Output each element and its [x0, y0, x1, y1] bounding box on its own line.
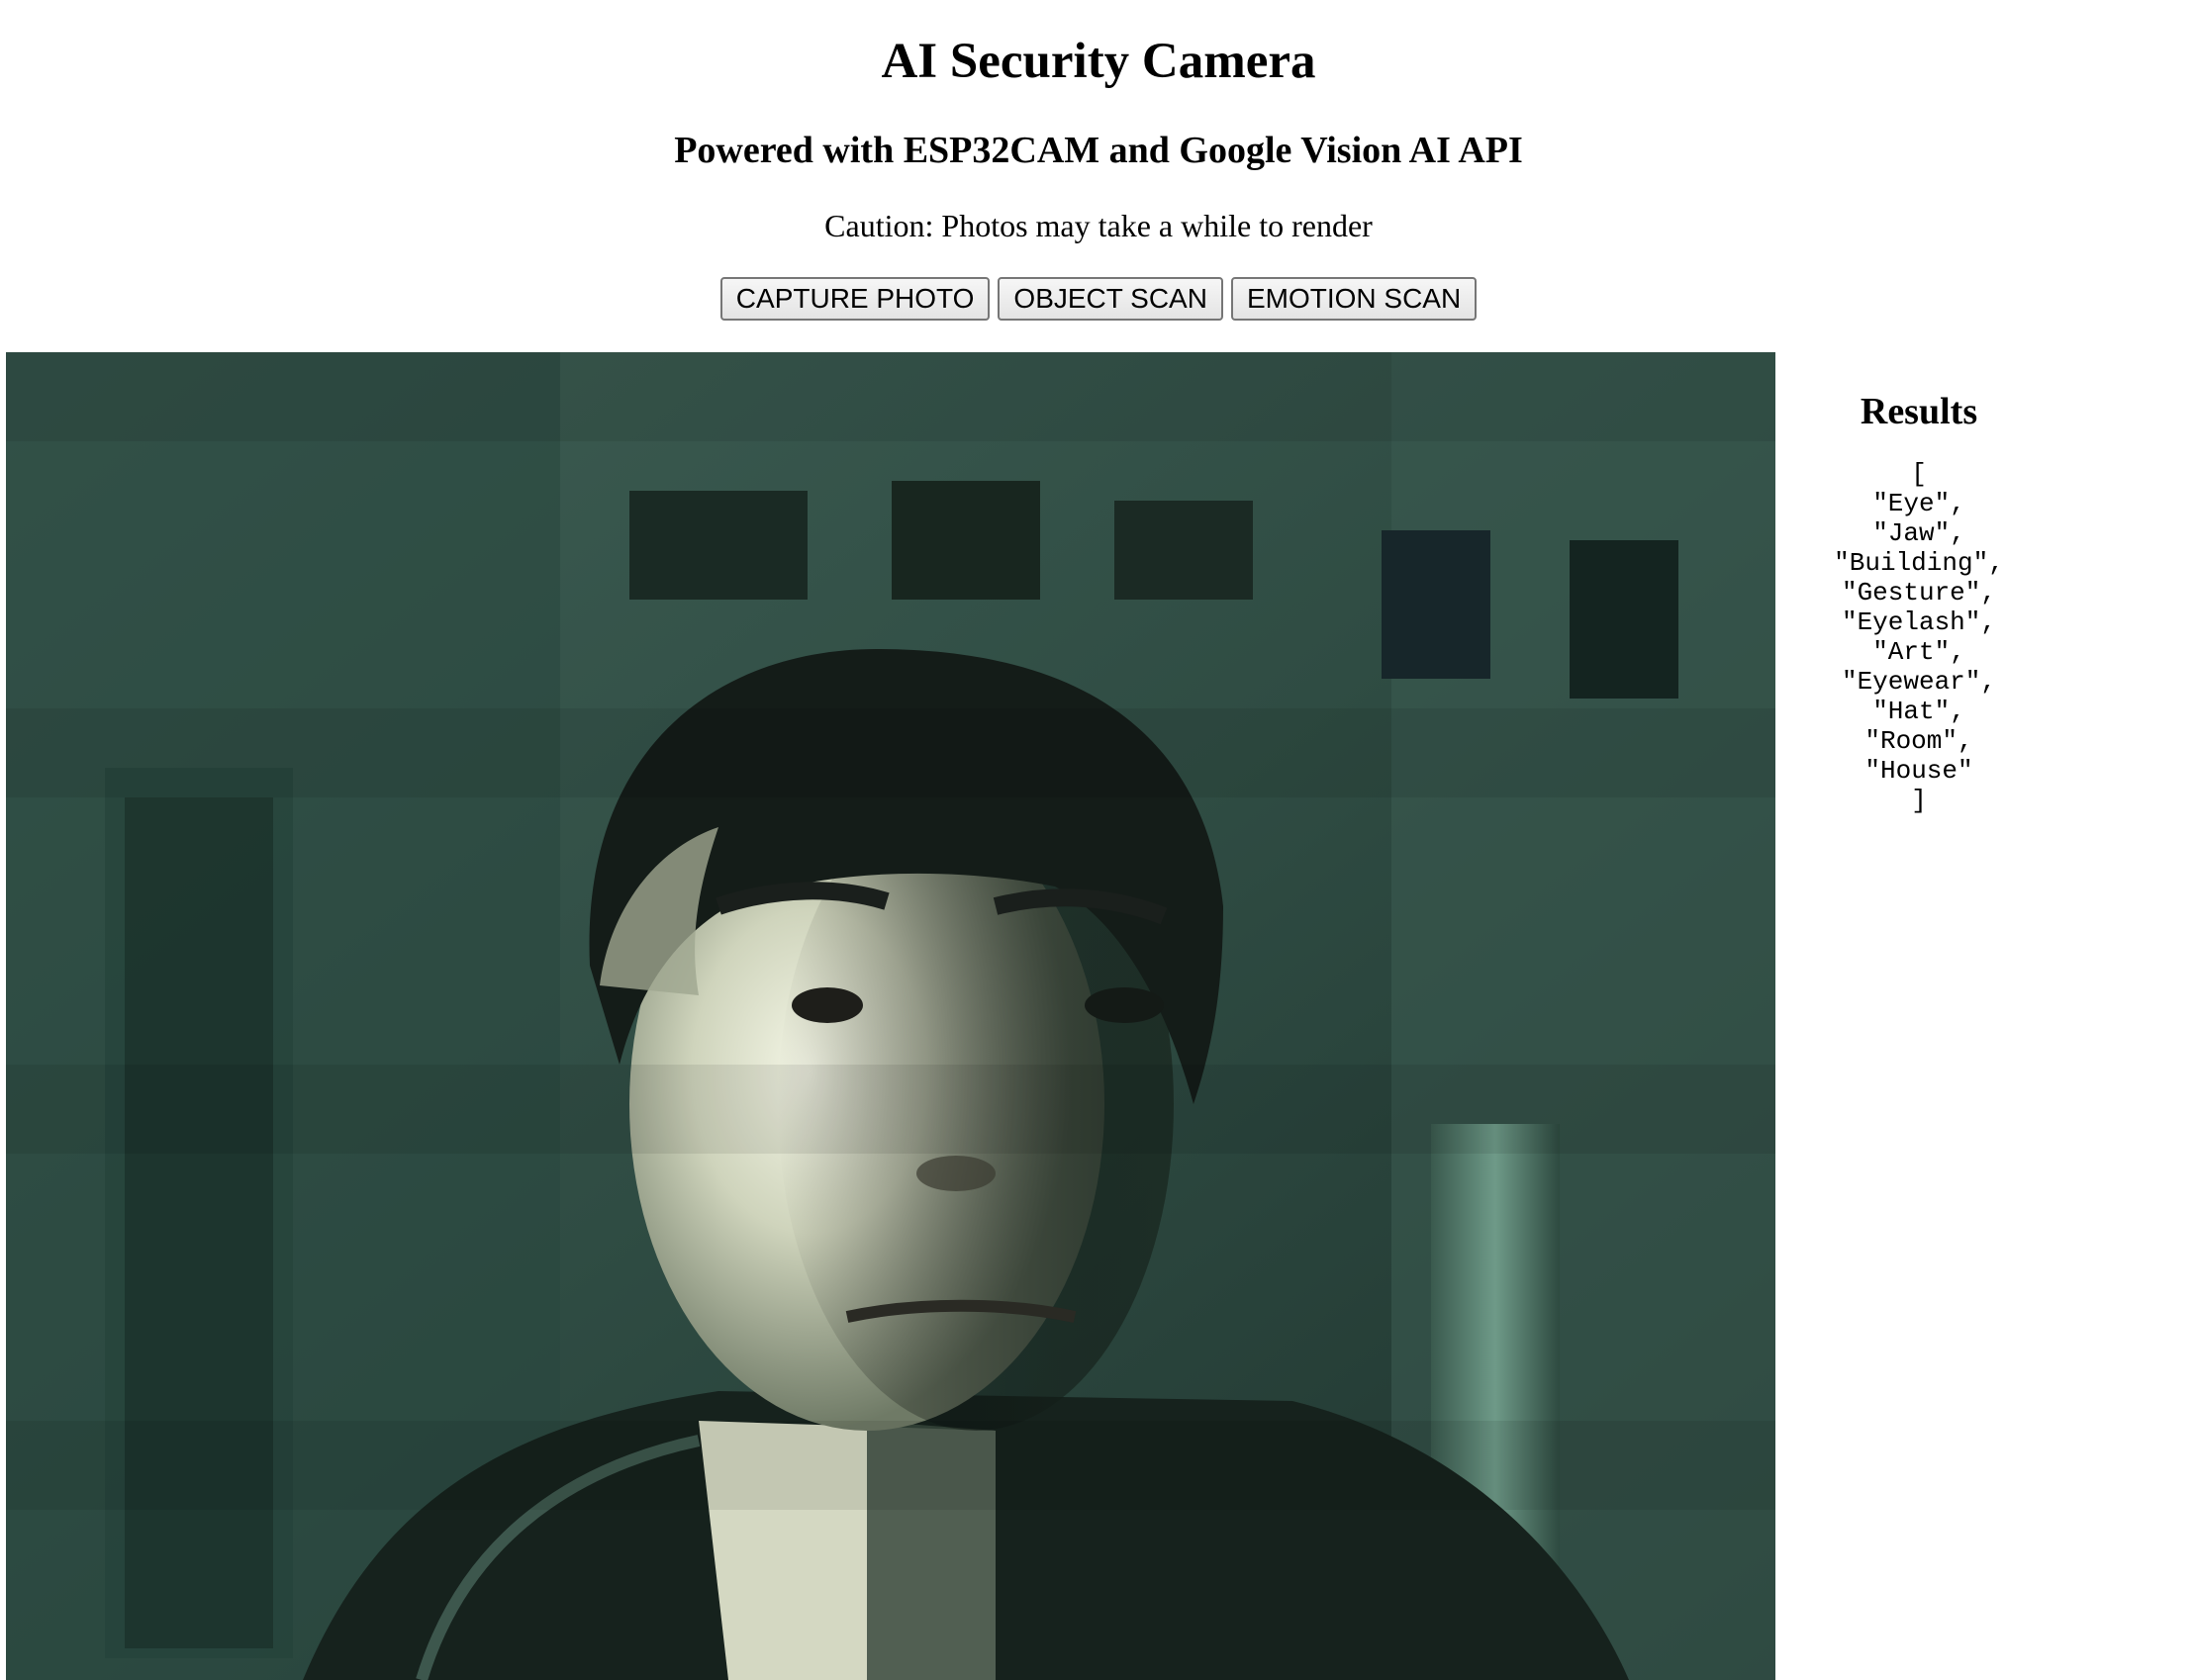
results-heading: Results: [1860, 391, 1978, 432]
result-item: "Eyelash": [1841, 607, 1981, 637]
page-title: AI Security Camera: [881, 34, 1316, 89]
button-row: CAPTURE PHOTO OBJECT SCAN EMOTION SCAN: [0, 277, 2197, 321]
object-scan-button[interactable]: OBJECT SCAN: [998, 277, 1223, 321]
result-item: "Jaw": [1872, 518, 1951, 548]
page: AI Security Camera Powered with ESP32CAM…: [0, 0, 2197, 1680]
results-panel: Results [ "Eye", "Jaw", "Building", "Ges…: [1775, 352, 2062, 815]
camera-photo: [6, 352, 1775, 1680]
emotion-scan-button[interactable]: EMOTION SCAN: [1230, 277, 1478, 321]
result-item: "Room": [1864, 726, 1958, 756]
results-list: [ "Eye", "Jaw", "Building", "Gesture", "…: [1834, 459, 2004, 815]
caution-text: Caution: Photos may take a while to rend…: [824, 208, 1373, 243]
result-item: "Eye": [1872, 489, 1951, 518]
results-open-bracket: [: [1911, 459, 1927, 489]
result-item: "Art": [1872, 637, 1951, 667]
capture-photo-button[interactable]: CAPTURE PHOTO: [719, 277, 991, 321]
result-item: "Eyewear": [1841, 667, 1981, 697]
results-close-bracket: ]: [1911, 786, 1927, 815]
result-item: "Gesture": [1841, 578, 1981, 607]
page-subtitle: Powered with ESP32CAM and Google Vision …: [674, 130, 1523, 171]
result-item: "House": [1864, 756, 1973, 786]
result-item: "Hat": [1872, 697, 1951, 726]
camera-photo-image: [6, 352, 1775, 1680]
result-item: "Building": [1834, 548, 1989, 578]
